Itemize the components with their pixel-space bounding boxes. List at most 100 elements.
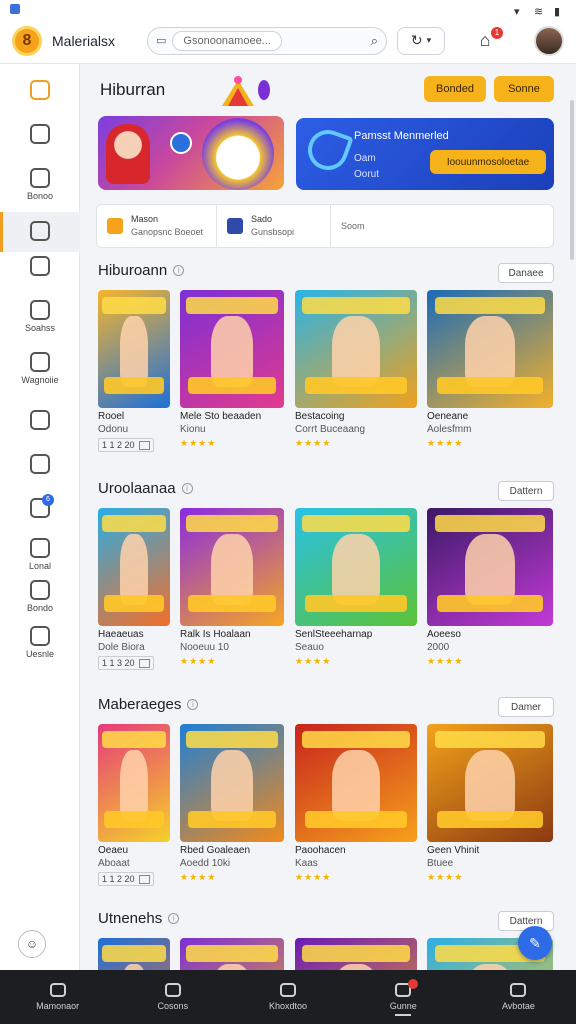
home-icon — [30, 80, 50, 100]
search-icon[interactable]: ⌕ — [371, 33, 378, 49]
game-thumbnail[interactable] — [427, 290, 553, 408]
info-cell-mason[interactable]: Mason Ganopsnc Boeoet — [97, 205, 217, 247]
scrollbar[interactable] — [570, 100, 574, 260]
game-rating-stars: ★★★★ — [295, 872, 332, 882]
main-content: Hiburran Bonded Sonne Pamsst Menmerled O… — [82, 64, 576, 970]
game-thumbnail[interactable] — [180, 724, 284, 842]
bottom-nav-item-3[interactable]: Gunne — [346, 970, 461, 1024]
support-button[interactable]: ☺ — [18, 930, 46, 958]
game-thumbnail[interactable] — [98, 938, 170, 970]
info-icon[interactable]: i — [168, 913, 180, 924]
edit-fab-button[interactable]: ✎ — [518, 926, 552, 960]
game-title: Oeaeu — [98, 845, 129, 856]
sidebar-item-11[interactable]: Bondo — [0, 580, 80, 613]
sidebar-item-5[interactable]: Soahss — [0, 300, 80, 333]
game-thumbnail[interactable] — [180, 938, 284, 970]
game-card[interactable] — [98, 938, 170, 970]
game-thumbnail[interactable] — [98, 290, 170, 408]
thumbnail-art-band — [437, 595, 543, 612]
pencil-icon — [30, 300, 50, 320]
info-cell-soom[interactable]: Soom — [331, 205, 375, 247]
info-icon[interactable]: i — [187, 699, 199, 710]
game-card[interactable]: Bestacoing Corrt Buceaang ★★★★ — [295, 290, 417, 449]
game-meta-text: 1 1 3 20 — [102, 658, 135, 668]
sidebar-item-3[interactable] — [0, 212, 80, 252]
chevron-down-icon: ▾ — [426, 35, 432, 45]
bonded-button[interactable]: Bonded — [424, 76, 486, 102]
info-icon[interactable]: i — [181, 483, 193, 494]
thumbnail-art-fig — [464, 749, 516, 821]
app-logo[interactable]: 8 — [12, 25, 42, 56]
game-card[interactable]: Rbed Goaleaen Aoedd 10ki ★★★★ — [180, 724, 284, 883]
info-icon[interactable]: i — [173, 265, 185, 276]
game-subtitle: Corrt Buceaang — [295, 424, 366, 435]
game-card[interactable] — [295, 938, 417, 970]
avatar[interactable] — [534, 25, 564, 56]
cart-button[interactable]: ⌂ 1 — [473, 26, 503, 53]
section-more-button[interactable]: Damer — [498, 697, 554, 717]
home-icon — [280, 983, 296, 997]
search-input[interactable]: Gsonoonamoee... — [172, 30, 282, 51]
search-bar[interactable]: ▭ Gsonoonamoee... ⌕ — [147, 26, 387, 55]
game-rating-stars: ★★★★ — [427, 438, 464, 448]
banner-cta-button[interactable]: Ioouunmosoloetae — [430, 150, 546, 174]
game-card[interactable]: Aoeeso 2000 ★★★★ — [427, 508, 553, 667]
game-subtitle: Nooeuu 10 — [180, 642, 229, 653]
promo-banner-blue[interactable]: Pamsst Menmerled Oam Oorut Ioouunmosoloe… — [296, 118, 554, 190]
game-card[interactable]: SenlSteeeharnap Seauo ★★★★ — [295, 508, 417, 667]
game-thumbnail[interactable] — [427, 724, 553, 842]
bottom-nav-item-2[interactable]: Khoxdtoo — [230, 970, 345, 1024]
game-card[interactable]: Geen Vhinit Btuee ★★★★ — [427, 724, 553, 883]
sidebar-item-9[interactable]: 6 — [0, 494, 80, 521]
sidebar-item-7[interactable] — [0, 410, 80, 433]
game-thumbnail[interactable] — [427, 508, 553, 626]
game-card[interactable] — [180, 938, 284, 970]
game-card[interactable]: Paoohacen Kaas ★★★★ — [295, 724, 417, 883]
sonne-button[interactable]: Sonne — [494, 76, 554, 102]
game-card[interactable]: Oeaeu Aboaat 1 1 2 20 — [98, 724, 170, 887]
bottom-nav-item-0[interactable]: Mamonaor — [0, 970, 115, 1024]
game-card[interactable]: Haeaeuas Dole Biora 1 1 3 20 — [98, 508, 170, 671]
game-card[interactable]: Oeneane Aolesfmm ★★★★ — [427, 290, 553, 449]
sidebar-item-2[interactable]: Bonoo — [0, 168, 80, 201]
game-thumbnail[interactable] — [180, 508, 284, 626]
sidebar-item-4[interactable] — [0, 256, 80, 279]
game-card[interactable]: Rooel Odonu 1 1 2 20 — [98, 290, 170, 453]
game-card[interactable]: Mele Sto beaaden Kionu ★★★★ — [180, 290, 284, 449]
game-thumbnail[interactable] — [98, 724, 170, 842]
game-title: Geen Vhinit — [427, 845, 480, 856]
game-rating-stars: ★★★★ — [295, 438, 332, 448]
thumbnail-art-cap — [302, 297, 410, 314]
game-thumbnail[interactable] — [295, 290, 417, 408]
settings-icon — [30, 626, 50, 646]
game-thumbnail[interactable] — [180, 290, 284, 408]
bottom-nav-label: Avbotae — [501, 1001, 535, 1011]
game-thumbnail[interactable] — [98, 508, 170, 626]
thumbnail-art-cap — [302, 945, 410, 962]
thumbnail-art-fig — [119, 315, 149, 387]
bottom-nav-item-4[interactable]: Avbotae — [461, 970, 576, 1024]
game-subtitle: Btuee — [427, 858, 454, 869]
refresh-dropdown[interactable]: ↻ ▾ — [397, 26, 445, 55]
section-more-button[interactable]: Dattern — [498, 481, 554, 501]
bottom-nav-item-1[interactable]: Cosons — [115, 970, 230, 1024]
section-more-button[interactable]: Danaee — [498, 263, 554, 283]
game-thumbnail[interactable] — [295, 508, 417, 626]
game-meta-text: 1 1 2 20 — [102, 440, 135, 450]
sidebar-item-6[interactable]: Wagnoiie — [0, 352, 80, 385]
sidebar-item-8[interactable] — [0, 454, 80, 477]
play-icon[interactable] — [170, 132, 192, 154]
thumbnail-art-fig — [119, 749, 149, 821]
sidebar-item-10[interactable]: Lonal — [0, 538, 80, 571]
sidebar-item-1[interactable] — [0, 124, 80, 147]
game-card[interactable]: Ralk Is Hoalaan Nooeuu 10 ★★★★ — [180, 508, 284, 667]
section-title-text: Maberaeges — [98, 696, 182, 713]
info-cell-sado[interactable]: Sado Gunsbsopi — [217, 205, 331, 247]
game-thumbnail[interactable] — [295, 938, 417, 970]
sidebar-item-12[interactable]: Uesnle — [0, 626, 80, 659]
game-title: Oeneane — [427, 411, 469, 422]
game-thumbnail[interactable] — [295, 724, 417, 842]
promo-banner-characters[interactable] — [98, 116, 284, 190]
sidebar-item-0[interactable] — [0, 80, 80, 103]
calendar-icon — [227, 218, 243, 234]
